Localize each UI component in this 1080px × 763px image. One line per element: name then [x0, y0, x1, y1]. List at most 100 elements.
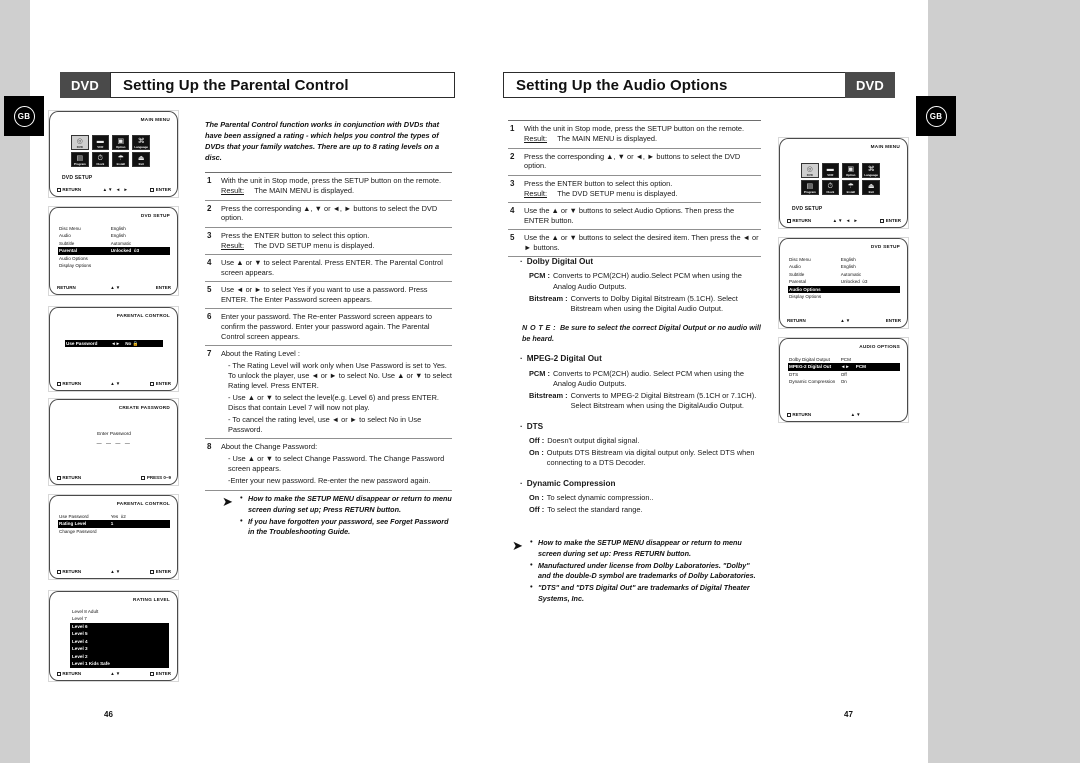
menu-row-label: Disc Menu — [789, 257, 811, 262]
screen-footer: RETURN ▲▼ ENTER — [57, 381, 171, 386]
menu-row[interactable]: Audio English — [788, 263, 900, 270]
screen-footer: RETURN ▲▼ ENTER — [57, 569, 171, 574]
menu-row[interactable]: Audio English — [58, 232, 170, 239]
menu-row-label: Subtitle — [59, 240, 75, 246]
tv-content: PARENTAL CONTROL Use Password Yes ὑ2 Rating… — [56, 500, 172, 575]
right-audio-sections: · Dolby Digital Out PCM : Converts to PCM(2… — [520, 256, 763, 524]
menu-row[interactable]: Use Password Yes ὑ2 — [58, 513, 170, 520]
step-subitem: - To cancel the rating level, use ◄ or ►… — [228, 415, 422, 434]
rating-level-item[interactable]: Level 6 — [70, 622, 169, 631]
section-heading: · Dolby Digital Out — [520, 257, 594, 266]
menu-row-value — [841, 293, 899, 300]
tv-content: DVD SETUP Disc Menu English Audio English Sub… — [56, 212, 172, 291]
menu-icon-dvd[interactable]: ◎ DVD — [801, 163, 819, 179]
menu-row-value: English — [840, 264, 856, 270]
definition-value: Outputs DTS Bitstream via digital output… — [546, 448, 755, 468]
step-item: 1 With the unit in Stop mode, press the S… — [205, 172, 452, 200]
tip-item: How to make the SETUP MENU disappear or … — [530, 537, 762, 560]
region-badge-right-label: GB — [925, 105, 947, 127]
menu-rows: Use Password Yes ὑ2 Rating Level 1 Change Pa… — [58, 513, 170, 535]
step-number: 1 — [510, 124, 515, 133]
menu-icon-exit[interactable]: ⏏ Exit — [132, 152, 150, 168]
footer-return: RETURN — [57, 671, 81, 676]
left-header-tag: DVD — [60, 72, 110, 98]
menu-row-value: English — [110, 233, 126, 239]
audio-option-section: · MPEG-2 Digital Out PCM : Converts to PCM(… — [520, 353, 763, 411]
menu-icon-program[interactable]: ▤ Program — [71, 152, 89, 168]
definition-key: On : — [529, 493, 544, 503]
rating-level-item[interactable]: Level 7 — [70, 615, 169, 622]
tv-screen-single-row: PARENTAL CONTROL Use Password ◄► No 🔒 RETURN… — [48, 306, 179, 392]
step-number: 3 — [207, 230, 212, 240]
rating-level-item[interactable]: Level 8 Adult — [70, 608, 169, 615]
definition-value: Converts to Dolby Digital Bitstream (5.1… — [570, 293, 738, 314]
menu-row-label: Display Options — [59, 263, 92, 269]
right-header-tag: DVD — [845, 72, 895, 98]
definition-value: Doesn't output digital signal. — [547, 436, 640, 446]
rating-level-item[interactable]: Level 2 — [70, 652, 169, 661]
menu-icon-option[interactable]: ▣ Option — [842, 163, 860, 179]
menu-row[interactable]: Dynamic Compression On — [788, 378, 900, 385]
menu-row[interactable]: Rating Level 1 — [58, 520, 170, 528]
menu-icon-label: DVD — [806, 172, 813, 177]
step-body: Press the corresponding ▲, ▼ or ◄, ► but… — [524, 152, 761, 172]
menu-row[interactable]: Change Password — [58, 528, 170, 535]
menu-icon-language[interactable]: ⌘ Language — [132, 135, 150, 151]
menu-icon-label: Clock — [96, 161, 105, 166]
section-heading: · DTS — [520, 421, 544, 431]
menu-icon-install[interactable]: ☂ Install — [842, 180, 860, 196]
menu-icon-vcr[interactable]: ▬ VCR — [821, 163, 840, 179]
footer-enter: ENTER — [150, 381, 171, 386]
rating-level-item[interactable]: Level 4 — [70, 637, 169, 646]
menu-row[interactable]: Disc Menu English — [58, 225, 170, 232]
footer-enter: ENTER — [150, 671, 171, 676]
menu-icon-vcr[interactable]: ▬ VCR — [91, 135, 110, 151]
button-icon — [57, 671, 61, 676]
menu-row-label: Audio Options — [789, 286, 821, 292]
rating-level-item[interactable]: Level 5 — [70, 630, 169, 638]
right-page-title: Setting Up the Audio Options — [503, 72, 845, 98]
menu-icon-clock[interactable]: ⏱ Clock — [821, 180, 840, 196]
menu-row-label: Audio Options — [59, 255, 88, 261]
footer-return: RETURN — [57, 187, 81, 192]
step-text: Press the ENTER button to select this op… — [221, 230, 370, 240]
screen-title: DVD SETUP — [140, 213, 170, 218]
screen-title: PARENTAL CONTROL — [116, 313, 170, 318]
definition-key: Off : — [529, 436, 545, 446]
footer-arrows: ▲▼ — [110, 285, 122, 290]
menu-row[interactable]: Dolby Digital Output PCM — [788, 356, 900, 363]
menu-row[interactable]: Use Password ◄► No 🔒 — [65, 340, 163, 348]
right-page-number-label: 47 — [844, 710, 853, 719]
menu-icon-language[interactable]: ⌘ Language — [862, 163, 880, 179]
menu-row[interactable]: Subtitle Automatic — [788, 271, 900, 278]
menu-row[interactable]: Display Options — [788, 293, 900, 300]
footer-enter: ENTER — [880, 218, 901, 223]
bullet-icon: · — [520, 354, 523, 364]
rating-level-item[interactable]: Level 1 Kids Safe — [70, 660, 169, 668]
menu-row[interactable]: Parental Unlocked ὑ3 — [58, 247, 170, 255]
menu-icon-option[interactable]: ▣ Option — [112, 135, 130, 151]
menu-row[interactable]: Audio Options — [58, 255, 170, 262]
menu-icon-label: Program — [803, 189, 816, 194]
menu-icon-program[interactable]: ▤ Program — [801, 180, 819, 196]
menu-rows: Dolby Digital Output PCM MPEG-2 Digital Ou… — [788, 356, 900, 386]
menu-row[interactable]: Display Options — [58, 262, 170, 269]
menu-row[interactable]: Audio Options — [788, 285, 900, 294]
menu-row[interactable]: Disc Menu English — [788, 256, 900, 263]
password-prompt: Enter Password — [97, 431, 131, 437]
screen-title: MAIN MENU — [870, 144, 900, 149]
left-page-header: DVD Setting Up the Parental Control — [60, 72, 455, 98]
menu-icon-dvd[interactable]: ◎ DVD — [71, 135, 89, 151]
menu-icon-clock[interactable]: ⏱ Clock — [91, 152, 110, 168]
screen-footer: RETURN ▲▼ ENTER — [787, 318, 901, 323]
definition-key: PCM : — [529, 368, 550, 378]
menu-row-value: ◄► PCM — [840, 364, 866, 370]
menu-icon-exit[interactable]: ⏏ Exit — [862, 180, 880, 196]
menu-icon-install[interactable]: ☂ Install — [112, 152, 130, 168]
menu-row[interactable]: MPEG-2 Digital Out ◄► PCM — [788, 363, 900, 371]
menu-row[interactable]: Parental Unlocked ὑ3 — [788, 278, 900, 285]
rating-level-item[interactable]: Level 3 — [70, 645, 169, 653]
menu-row[interactable]: DTS Off — [788, 371, 900, 378]
menu-row[interactable]: Subtitle Automatic — [58, 240, 170, 247]
audio-option-section: · DTS Off : Doesn't output digital signal. O… — [520, 421, 763, 469]
